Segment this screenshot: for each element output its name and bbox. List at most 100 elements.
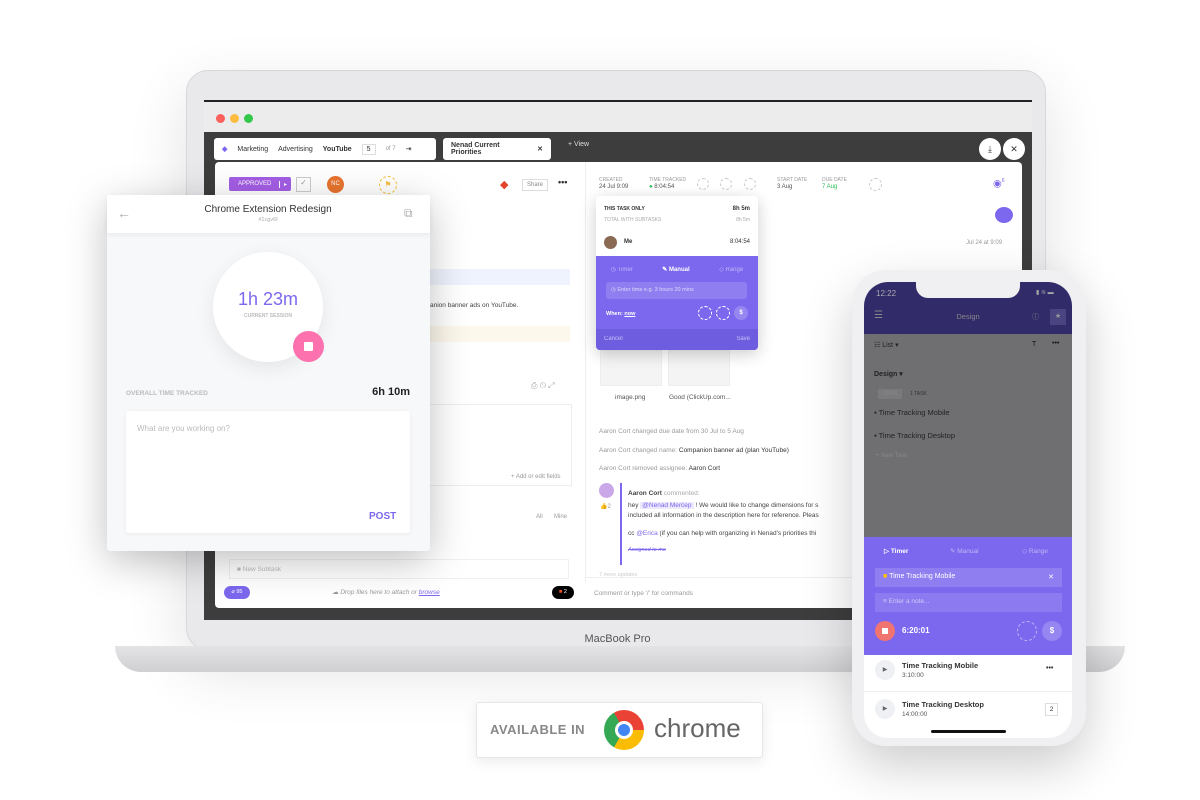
close-task-button[interactable]: ✕ bbox=[1003, 138, 1025, 160]
count-badge: 2 bbox=[1045, 703, 1058, 716]
tag-icon[interactable] bbox=[1017, 621, 1037, 641]
priority-flag-icon[interactable]: ⚑ bbox=[379, 176, 397, 194]
note-icon[interactable] bbox=[698, 306, 712, 320]
menu-icon[interactable]: ☰ bbox=[874, 310, 883, 321]
print-icon[interactable]: ⎙ ◷ ⤢ bbox=[531, 381, 555, 391]
time-tracked-value[interactable]: ● 8:04:54 bbox=[649, 184, 674, 190]
add-fields-link[interactable]: + Add or edit fields bbox=[511, 474, 561, 480]
file-thumbnail[interactable] bbox=[600, 350, 662, 386]
list-item[interactable]: ▪ Time Tracking Mobile bbox=[874, 408, 950, 417]
more-icon[interactable]: ••• bbox=[1046, 665, 1053, 672]
figma-button[interactable]: ■ 2 bbox=[552, 586, 574, 599]
star-icon[interactable]: ★ bbox=[1050, 309, 1066, 325]
video-icon[interactable] bbox=[869, 178, 882, 191]
time-entry-input[interactable]: ◷ Enter time e.g. 3 hours 20 mins bbox=[606, 282, 747, 299]
status-label: APPROVED bbox=[238, 181, 272, 187]
comment-text: (if you can help with organizing in Nena… bbox=[659, 530, 817, 537]
maximize-window-button[interactable] bbox=[244, 114, 253, 123]
view-selector[interactable]: ☷ List ▾ bbox=[874, 341, 899, 349]
tab-manual[interactable]: ✎ Manual bbox=[950, 547, 979, 555]
watchers-count: 6 bbox=[1001, 178, 1005, 184]
view-tab[interactable]: Nenad Current Priorities ✕ bbox=[443, 138, 551, 160]
stop-timer-button[interactable] bbox=[875, 621, 895, 641]
filter-icon[interactable]: T bbox=[1032, 341, 1036, 348]
settings-icon[interactable] bbox=[744, 178, 756, 190]
list-name[interactable]: Design ▾ bbox=[874, 370, 903, 378]
back-arrow-icon[interactable]: ← bbox=[117, 205, 131, 221]
start-date-value[interactable]: 3 Aug bbox=[777, 184, 792, 190]
add-view-button[interactable]: + View bbox=[568, 141, 589, 148]
mention[interactable]: @Erica bbox=[636, 530, 657, 537]
info-icon[interactable]: ⓘ bbox=[1032, 312, 1039, 322]
billable-dollar-icon[interactable]: $ bbox=[1042, 621, 1062, 641]
new-task-button[interactable]: + New Task bbox=[876, 453, 907, 459]
close-icon[interactable]: ✕ bbox=[1048, 573, 1054, 581]
drop-zone[interactable]: ☁ Drop files here to attach or browse bbox=[332, 588, 440, 596]
page-number-input[interactable]: 5 bbox=[361, 143, 376, 155]
cancel-button[interactable]: Cancel bbox=[604, 336, 623, 342]
tab-label: Range bbox=[725, 267, 744, 273]
when-text: When: bbox=[606, 311, 623, 317]
more-options-icon[interactable]: ••• bbox=[558, 177, 567, 187]
comment-author: Aaron Cort bbox=[628, 490, 662, 497]
file-name[interactable]: image.png bbox=[615, 394, 645, 401]
breadcrumb-youtube[interactable]: YouTube bbox=[323, 146, 352, 153]
due-date-value[interactable]: 7 Aug bbox=[822, 184, 837, 190]
open-external-icon[interactable]: ⧉ bbox=[404, 206, 413, 221]
filter-all[interactable]: All bbox=[536, 514, 543, 520]
more-icon[interactable]: ••• bbox=[1052, 340, 1059, 347]
comment-verb: commented: bbox=[663, 490, 700, 497]
post-button[interactable]: POST bbox=[369, 511, 396, 522]
breadcrumb-advertising[interactable]: Advertising bbox=[278, 146, 313, 153]
attachments-button[interactable]: ⌀ 95 bbox=[224, 586, 250, 599]
watchers-eye-icon[interactable]: ◉6 bbox=[993, 178, 1005, 189]
close-window-button[interactable] bbox=[216, 114, 225, 123]
like-button[interactable]: 👍2 bbox=[600, 503, 611, 510]
filter-mine[interactable]: Mine bbox=[554, 514, 567, 520]
tab-timer[interactable]: ◷ Timer bbox=[611, 266, 633, 273]
status-button[interactable]: APPROVED ▸ bbox=[229, 177, 291, 191]
stop-timer-button[interactable] bbox=[293, 331, 324, 362]
activity-time: Jul 24 at 9:09 bbox=[966, 240, 1003, 246]
close-icon[interactable]: ✕ bbox=[537, 145, 543, 153]
tag-icon[interactable] bbox=[716, 306, 730, 320]
activity-item: Aaron Cort changed due date from 30 Jul … bbox=[599, 428, 744, 435]
play-button[interactable]: ▶ bbox=[875, 699, 895, 719]
tab-range[interactable]: ◇ Range bbox=[719, 266, 743, 273]
tab-range[interactable]: ◇ Range bbox=[1022, 547, 1048, 555]
mention[interactable]: @Nenad Merćep bbox=[640, 502, 694, 509]
billable-dollar-icon[interactable]: $ bbox=[734, 306, 748, 320]
overall-time: 6h 10m bbox=[372, 386, 410, 398]
current-task-select[interactable]: ■ Time Tracking Mobile ✕ bbox=[875, 568, 1062, 587]
minimize-window-button[interactable] bbox=[230, 114, 239, 123]
bullet-icon: ■ bbox=[237, 566, 241, 573]
this-task-value: 8h 5m bbox=[732, 206, 750, 212]
file-thumbnail[interactable] bbox=[668, 350, 730, 386]
avatar bbox=[599, 483, 614, 498]
more-updates-link[interactable]: 7 more updates bbox=[599, 572, 637, 578]
save-button[interactable]: Save bbox=[736, 336, 750, 342]
tab-timer[interactable]: ▷ Timer bbox=[884, 547, 908, 555]
activity-text: Aaron Cort changed name: bbox=[599, 447, 678, 454]
play-button[interactable]: ▶ bbox=[875, 660, 895, 680]
complete-checkbox[interactable]: ✓ bbox=[296, 177, 311, 192]
list-item[interactable]: ▪ Time Tracking Desktop bbox=[874, 431, 955, 440]
note-input[interactable]: ≡ Enter a note... bbox=[875, 593, 1062, 612]
export-icon[interactable]: ⇥ bbox=[406, 145, 412, 153]
divider bbox=[585, 162, 586, 582]
avatar[interactable]: NC bbox=[327, 176, 344, 193]
gitlab-icon[interactable]: ◆ bbox=[500, 178, 508, 191]
hourglass-icon[interactable] bbox=[720, 178, 732, 190]
status-next-icon[interactable]: ▸ bbox=[278, 180, 291, 188]
signal-battery-icon: ▮ ≋ ▬ bbox=[1036, 290, 1054, 296]
download-icon[interactable]: ⤓ bbox=[979, 138, 1001, 160]
file-name[interactable]: Good (ClickUp.com... bbox=[669, 394, 731, 401]
estimate-icon[interactable] bbox=[697, 178, 709, 190]
share-button[interactable]: Share bbox=[522, 179, 549, 191]
browse-link[interactable]: browse bbox=[419, 589, 440, 596]
breadcrumb-marketing[interactable]: Marketing bbox=[237, 146, 268, 153]
tab-manual[interactable]: ✎ Manual bbox=[662, 266, 689, 273]
comments-toggle-icon[interactable] bbox=[995, 207, 1013, 223]
when-value[interactable]: now bbox=[624, 311, 635, 317]
comment-header: Aaron Cort commented: bbox=[628, 489, 844, 499]
